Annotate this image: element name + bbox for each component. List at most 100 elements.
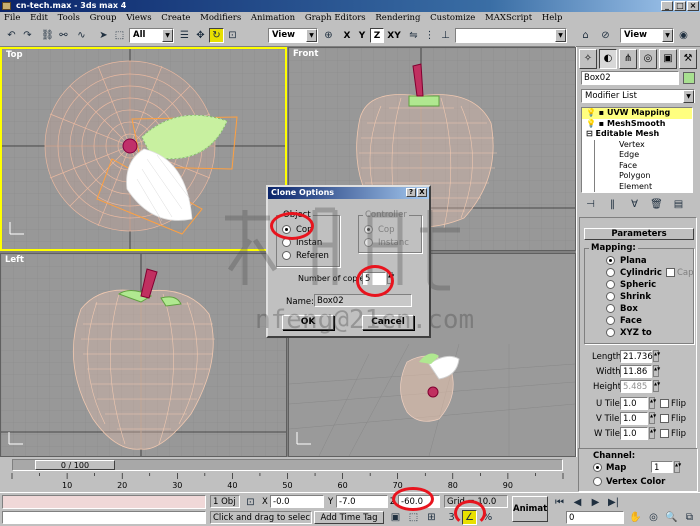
utilities-tab-icon[interactable]: ⚒ xyxy=(679,49,697,69)
menu-help[interactable]: Help xyxy=(542,12,563,25)
channel-map-radio[interactable] xyxy=(593,463,602,472)
select-rotate-icon[interactable]: ↻ xyxy=(209,28,224,43)
menu-rendering[interactable]: Rendering xyxy=(375,12,420,25)
play-icon[interactable]: ▶ xyxy=(588,495,603,510)
window-crossing-icon[interactable]: ⬚ xyxy=(406,510,421,525)
uflip-checkbox[interactable] xyxy=(660,399,669,408)
array-icon[interactable]: ⋮ xyxy=(422,28,437,43)
close-button[interactable]: × xyxy=(687,1,699,11)
undo-view-icon[interactable]: ⌂ xyxy=(578,28,593,43)
wtile-field[interactable]: 1.0 xyxy=(620,427,648,440)
select-scale-icon[interactable]: ⊡ xyxy=(225,28,240,43)
menu-animation[interactable]: Animation xyxy=(251,12,295,25)
stack-subitem-edge[interactable]: Edge xyxy=(594,150,692,161)
controller-copy-radio[interactable] xyxy=(364,225,373,234)
channel-vertex-color-radio[interactable] xyxy=(593,477,602,486)
length-spinner[interactable]: ▲▼ xyxy=(653,350,660,362)
time-slider[interactable]: 0 / 100 xyxy=(12,459,563,471)
mapping-xyz-radio[interactable] xyxy=(606,328,615,337)
sync-icon[interactable]: ⊘ xyxy=(598,28,613,43)
dialog-close-button[interactable]: X xyxy=(417,188,427,197)
controller-instance-radio[interactable] xyxy=(364,238,373,247)
stack-subitem-face[interactable]: Face xyxy=(594,160,692,171)
display-tab-icon[interactable]: ▣ xyxy=(659,49,677,69)
width-field[interactable]: 11.86 xyxy=(620,365,652,378)
motion-tab-icon[interactable]: ◎ xyxy=(639,49,657,69)
mapping-box-radio[interactable] xyxy=(606,304,615,313)
prev-frame-icon[interactable]: ◀ xyxy=(570,495,585,510)
axis-xy-button[interactable]: XY xyxy=(385,28,403,43)
object-reference-radio[interactable] xyxy=(282,251,291,260)
object-name-field[interactable]: Box02 xyxy=(581,71,679,85)
create-tab-icon[interactable]: ✧ xyxy=(579,49,597,69)
channel-number-field[interactable]: 1 xyxy=(651,461,673,473)
viewport-top[interactable]: Top xyxy=(0,47,287,251)
vflip-checkbox[interactable] xyxy=(660,414,669,423)
mapping-face-radio[interactable] xyxy=(606,316,615,325)
vtile-spinner[interactable]: ▲▼ xyxy=(649,412,656,424)
select-region-icon[interactable]: ⬚ xyxy=(112,28,127,43)
menu-views[interactable]: Views xyxy=(126,12,151,25)
parameters-rollout-header[interactable]: Parameters xyxy=(584,228,694,240)
goto-start-icon[interactable]: ⏮ xyxy=(552,495,567,510)
ref-coord-dropdown[interactable]: View ▼ xyxy=(268,28,318,43)
axis-z-button[interactable]: Z xyxy=(370,28,384,43)
make-unique-icon[interactable]: ∀ xyxy=(627,197,642,212)
redo-icon[interactable]: ↷ xyxy=(20,28,35,43)
mapping-cylindrical-radio[interactable] xyxy=(606,268,615,277)
percent-snap-icon[interactable]: % xyxy=(480,510,495,525)
height-field[interactable]: 5.485 xyxy=(620,380,652,393)
dialog-help-button[interactable]: ? xyxy=(406,188,416,197)
object-copy-radio[interactable] xyxy=(282,225,291,234)
time-slider-thumb[interactable]: 0 / 100 xyxy=(35,460,115,470)
add-time-tag-button[interactable]: Add Time Tag xyxy=(314,511,384,524)
undo-icon[interactable]: ↶ xyxy=(4,28,19,43)
z-coord-field[interactable]: -60.0 xyxy=(398,495,440,508)
modify-tab-icon[interactable]: ◐ xyxy=(599,49,617,69)
hierarchy-tab-icon[interactable]: ⋔ xyxy=(619,49,637,69)
cancel-button[interactable]: Cancel xyxy=(362,315,414,330)
stack-item-uvw-mapping[interactable]: 💡 ▪ UVW Mapping xyxy=(582,108,692,119)
select-move-icon[interactable]: ✥ xyxy=(193,28,208,43)
menu-maxscript[interactable]: MAXScript xyxy=(485,12,532,25)
arc-rotate-icon[interactable]: ◎ xyxy=(646,510,661,525)
copies-spinner[interactable]: ▲▼ xyxy=(387,272,394,284)
object-instance-radio[interactable] xyxy=(282,238,291,247)
mapping-spherical-radio[interactable] xyxy=(606,280,615,289)
next-frame-icon[interactable]: ▶| xyxy=(606,495,621,510)
pin-stack-icon[interactable]: ⊣ xyxy=(583,197,598,212)
maximize-viewport-icon[interactable]: ⧉ xyxy=(682,510,697,525)
maximize-button[interactable]: □ xyxy=(674,1,686,11)
vtile-field[interactable]: 1.0 xyxy=(620,412,648,425)
length-field[interactable]: 21.736 xyxy=(620,350,653,363)
align-icon[interactable]: ⊥ xyxy=(438,28,453,43)
utile-spinner[interactable]: ▲▼ xyxy=(649,397,656,409)
menu-tools[interactable]: Tools xyxy=(58,12,80,25)
lock-selection-icon[interactable]: ⊡ xyxy=(243,495,258,510)
ok-button[interactable]: OK xyxy=(282,315,334,330)
snap-3d-icon[interactable]: 3 xyxy=(444,510,459,525)
maxscript-listener[interactable] xyxy=(2,495,206,509)
width-spinner[interactable]: ▲▼ xyxy=(653,365,660,377)
axis-x-button[interactable]: X xyxy=(340,28,354,43)
wflip-checkbox[interactable] xyxy=(660,429,669,438)
viewport-left[interactable]: Left xyxy=(0,253,287,457)
object-color-swatch[interactable] xyxy=(683,72,695,84)
pivot-center-icon[interactable]: ⊕ xyxy=(321,28,336,43)
named-selection-dropdown[interactable]: ▼ xyxy=(455,28,567,43)
current-frame-field[interactable]: 0 xyxy=(566,511,624,524)
animate-button[interactable]: Animate xyxy=(512,496,548,522)
mapping-shrink-radio[interactable] xyxy=(606,292,615,301)
view-dropdown[interactable]: View ▼ xyxy=(620,28,674,43)
axis-y-button[interactable]: Y xyxy=(355,28,369,43)
link-icon[interactable]: ⛓ xyxy=(40,28,55,43)
menu-group[interactable]: Group xyxy=(90,12,117,25)
minimize-button[interactable]: _ xyxy=(661,1,673,11)
stack-subitem-element[interactable]: Element xyxy=(594,181,692,192)
render-icon[interactable]: ◉ xyxy=(676,28,691,43)
menu-edit[interactable]: Edit xyxy=(30,12,48,25)
select-by-name-icon[interactable]: ☰ xyxy=(177,28,192,43)
x-coord-field[interactable]: -0.0 xyxy=(270,495,324,508)
stack-subitem-polygon[interactable]: Polygon xyxy=(594,171,692,182)
copies-field[interactable]: 5 xyxy=(362,272,386,285)
